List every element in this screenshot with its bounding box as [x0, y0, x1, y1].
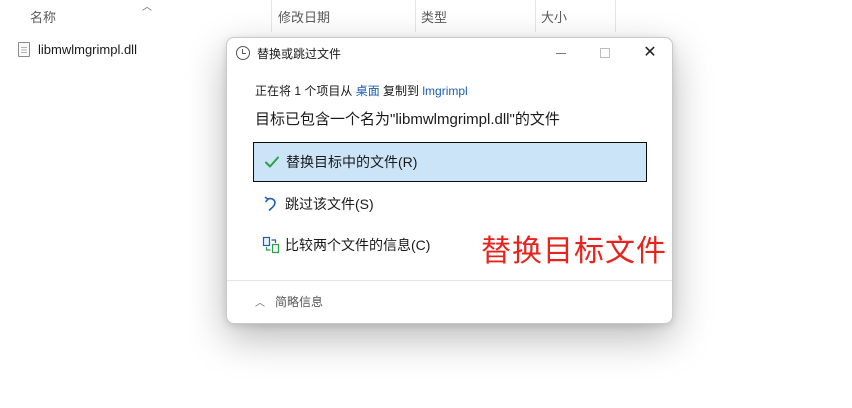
source-folder-link[interactable]: 桌面 [356, 84, 380, 98]
skip-file-option[interactable]: 跳过该文件(S) [253, 184, 647, 224]
file-name: libmwlmgrimpl.dll [38, 41, 137, 57]
red-annotation-text: 替换目标文件 [481, 234, 667, 269]
column-header-type-label: 类型 [421, 9, 448, 25]
close-button[interactable]: ✕ [627, 38, 672, 68]
column-separator[interactable] [615, 0, 616, 32]
destination-folder-link[interactable]: lmgrimpl [422, 84, 467, 98]
column-header-date-label: 修改日期 [278, 9, 331, 25]
clock-icon [236, 46, 250, 60]
column-header-size-label: 大小 [541, 9, 568, 25]
conflict-headline: 目标已包含一个名为"libmwlmgrimpl.dll"的文件 [255, 111, 560, 128]
chevron-up-icon: ︿ [255, 298, 265, 309]
skip-arrow-icon [261, 194, 281, 214]
column-separator[interactable] [271, 0, 272, 32]
column-header-size[interactable]: 大小 [541, 0, 616, 32]
compare-files-label: 比较两个文件的信息(C) [285, 237, 431, 253]
column-separator[interactable] [415, 0, 416, 32]
fewer-details-toggle[interactable]: ︿ 简略信息 [255, 293, 323, 310]
dialog-divider [227, 280, 672, 281]
dialog-title: 替换或跳过文件 [257, 47, 342, 61]
replace-or-skip-dialog: 替换或跳过文件 ✕ 正在将 1 个项目从 桌面 复制到 lmgrimpl 目标已… [226, 37, 673, 324]
replace-file-label: 替换目标中的文件(R) [286, 154, 418, 170]
column-header-date[interactable]: 修改日期 [278, 0, 418, 32]
column-separator[interactable] [535, 0, 536, 32]
column-header-type[interactable]: 类型 [421, 0, 536, 32]
fewer-details-label: 简略信息 [275, 295, 324, 309]
skip-file-label: 跳过该文件(S) [285, 196, 374, 212]
column-header-name[interactable]: 名称 [30, 0, 270, 32]
file-list-item[interactable]: libmwlmgrimpl.dll [18, 38, 137, 60]
info-middle: 复制到 [379, 84, 423, 98]
maximize-icon [600, 48, 610, 58]
minimize-icon [556, 52, 566, 54]
check-icon [262, 152, 282, 172]
column-header-name-label: 名称 [30, 9, 57, 25]
info-prefix: 正在将 1 个项目从 [255, 84, 356, 98]
replace-file-option[interactable]: 替换目标中的文件(R) [253, 142, 647, 182]
compare-icon [261, 235, 281, 255]
minimize-button[interactable] [538, 38, 584, 68]
close-icon: ✕ [643, 44, 657, 61]
file-icon [18, 41, 30, 57]
dialog-titlebar[interactable]: 替换或跳过文件 ✕ [227, 38, 672, 68]
maximize-button[interactable] [582, 38, 628, 68]
copy-progress-info: 正在将 1 个项目从 桌面 复制到 lmgrimpl [255, 82, 468, 99]
